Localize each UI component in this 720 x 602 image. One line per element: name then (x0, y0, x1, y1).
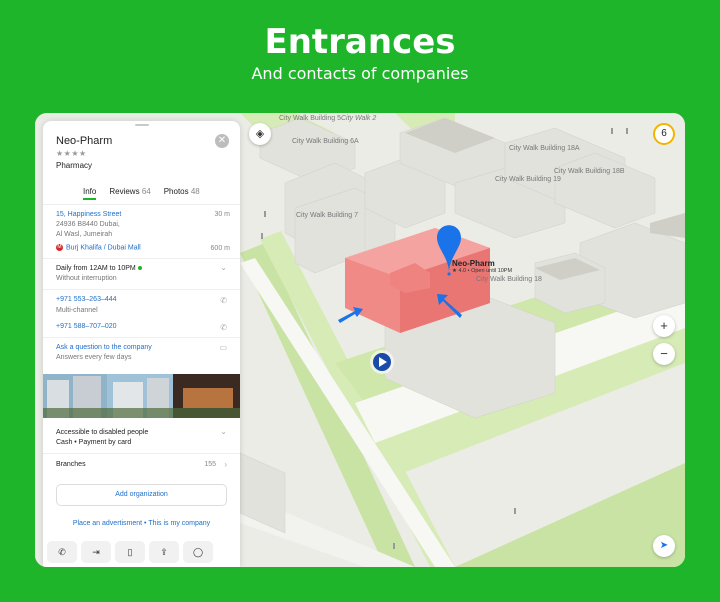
share-button[interactable]: ⇪ (149, 541, 179, 563)
layers-icon: ◈ (255, 128, 265, 140)
phone-note: Multi-channel (56, 307, 98, 314)
navigation-arrow-icon: ➤ (659, 540, 669, 551)
address-link[interactable]: 15, Happiness Street (56, 211, 121, 218)
phone-icon[interactable]: ✆ (220, 323, 227, 332)
map-label: City Walk Building 7 (296, 212, 358, 219)
bookmark-button[interactable]: ▯ (115, 541, 145, 563)
map-label: City Walk 2 (341, 115, 377, 122)
metro-distance: 600 m (210, 245, 230, 252)
bookmark-icon: ▯ (127, 547, 133, 557)
share-icon: ⇪ (160, 547, 168, 557)
close-button[interactable]: ✕ (215, 134, 229, 148)
phone-icon[interactable]: ✆ (220, 296, 227, 305)
hours-text[interactable]: Daily from 12AM to 10PM (56, 265, 142, 272)
place-title: Neo-Pharm (56, 135, 113, 147)
chat-button[interactable]: ◯ (183, 541, 213, 563)
locate-button[interactable]: ➤ (653, 535, 675, 557)
chevron-right-icon[interactable]: › (224, 460, 227, 469)
chat-icon[interactable]: ▭ (219, 343, 227, 352)
route-icon: ⇥ (92, 547, 100, 557)
tab-reviews[interactable]: Reviews 64 (109, 187, 150, 200)
layers-button[interactable]: ◈ (249, 123, 271, 145)
branches-count: 155 (204, 461, 216, 468)
phone-icon: ✆ (58, 547, 66, 557)
map-label: City Walk Building 18 (476, 276, 542, 283)
chat-icon: ◯ (192, 547, 204, 557)
notification-badge[interactable]: 6 (653, 123, 675, 145)
place-card: Neo-Pharm ✕ ★★★★ Pharmacy Info Reviews 6… (43, 121, 240, 567)
place-category: Pharmacy (56, 161, 93, 170)
close-icon: ✕ (217, 135, 227, 146)
pin-title[interactable]: Neo-Pharm (452, 259, 495, 268)
branches-label[interactable]: Branches (56, 461, 86, 468)
tablet-screen: City Walk Building 5 City Walk 2 City Wa… (35, 113, 685, 567)
add-organization-button[interactable]: Add organization (56, 484, 227, 506)
my-company-link[interactable]: This is my company (148, 520, 210, 527)
phone-link[interactable]: +971 588–707–020 (56, 323, 117, 330)
action-toolbar: ✆ ⇥ ▯ ⇪ ◯ (43, 541, 240, 567)
pin-status: ★ 4.0 • Open until 10PM (452, 268, 513, 274)
drag-handle[interactable] (135, 124, 149, 126)
tab-bar: Info Reviews 64 Photos 48 (83, 187, 200, 200)
hero-title: Entrances (264, 22, 456, 62)
hours-subtext: Without interruption (56, 275, 117, 282)
tab-info[interactable]: Info (83, 187, 97, 200)
chevron-down-icon[interactable]: ⌄ (220, 263, 227, 272)
photo-strip[interactable] (43, 374, 240, 418)
zoom-out-button[interactable]: − (653, 343, 675, 365)
ask-question-link[interactable]: Ask a question to the company (56, 344, 152, 351)
map-label: City Walk Building 18B (554, 168, 625, 175)
question-subtext: Answers every few days (56, 354, 132, 361)
map-label: City Walk Building 19 (495, 176, 561, 183)
tab-photos[interactable]: Photos 48 (164, 187, 200, 200)
metro-icon: M (56, 244, 63, 251)
map-label: City Walk Building 5 (279, 115, 341, 122)
call-button[interactable]: ✆ (47, 541, 77, 563)
open-status-dot (137, 266, 142, 271)
payment-text: Cash • Payment by card (56, 439, 132, 446)
map-label: City Walk Building 6A (292, 138, 359, 145)
address-line: 24936 B8440 Dubai, (56, 221, 120, 228)
zoom-in-button[interactable]: + (653, 315, 675, 337)
place-ad-link[interactable]: Place an advertisment (73, 520, 142, 527)
accessibility-text[interactable]: Accessible to disabled people (56, 429, 148, 436)
rating-stars: ★★★★ (56, 149, 87, 158)
metro-link[interactable]: M Burj Khalifa / Dubai Mall (56, 244, 141, 251)
hero-subtitle: And contacts of companies (251, 64, 469, 83)
route-button[interactable]: ⇥ (81, 541, 111, 563)
phone-link[interactable]: +971 553–263–444 (56, 296, 117, 303)
map-label: City Walk Building 18A (509, 145, 580, 152)
address-distance: 30 m (214, 211, 230, 218)
footer-links: Place an advertisment • This is my compa… (72, 520, 211, 527)
address-line: Al Wasl, Jumeirah (56, 231, 113, 238)
chevron-down-icon[interactable]: ⌄ (220, 427, 227, 436)
